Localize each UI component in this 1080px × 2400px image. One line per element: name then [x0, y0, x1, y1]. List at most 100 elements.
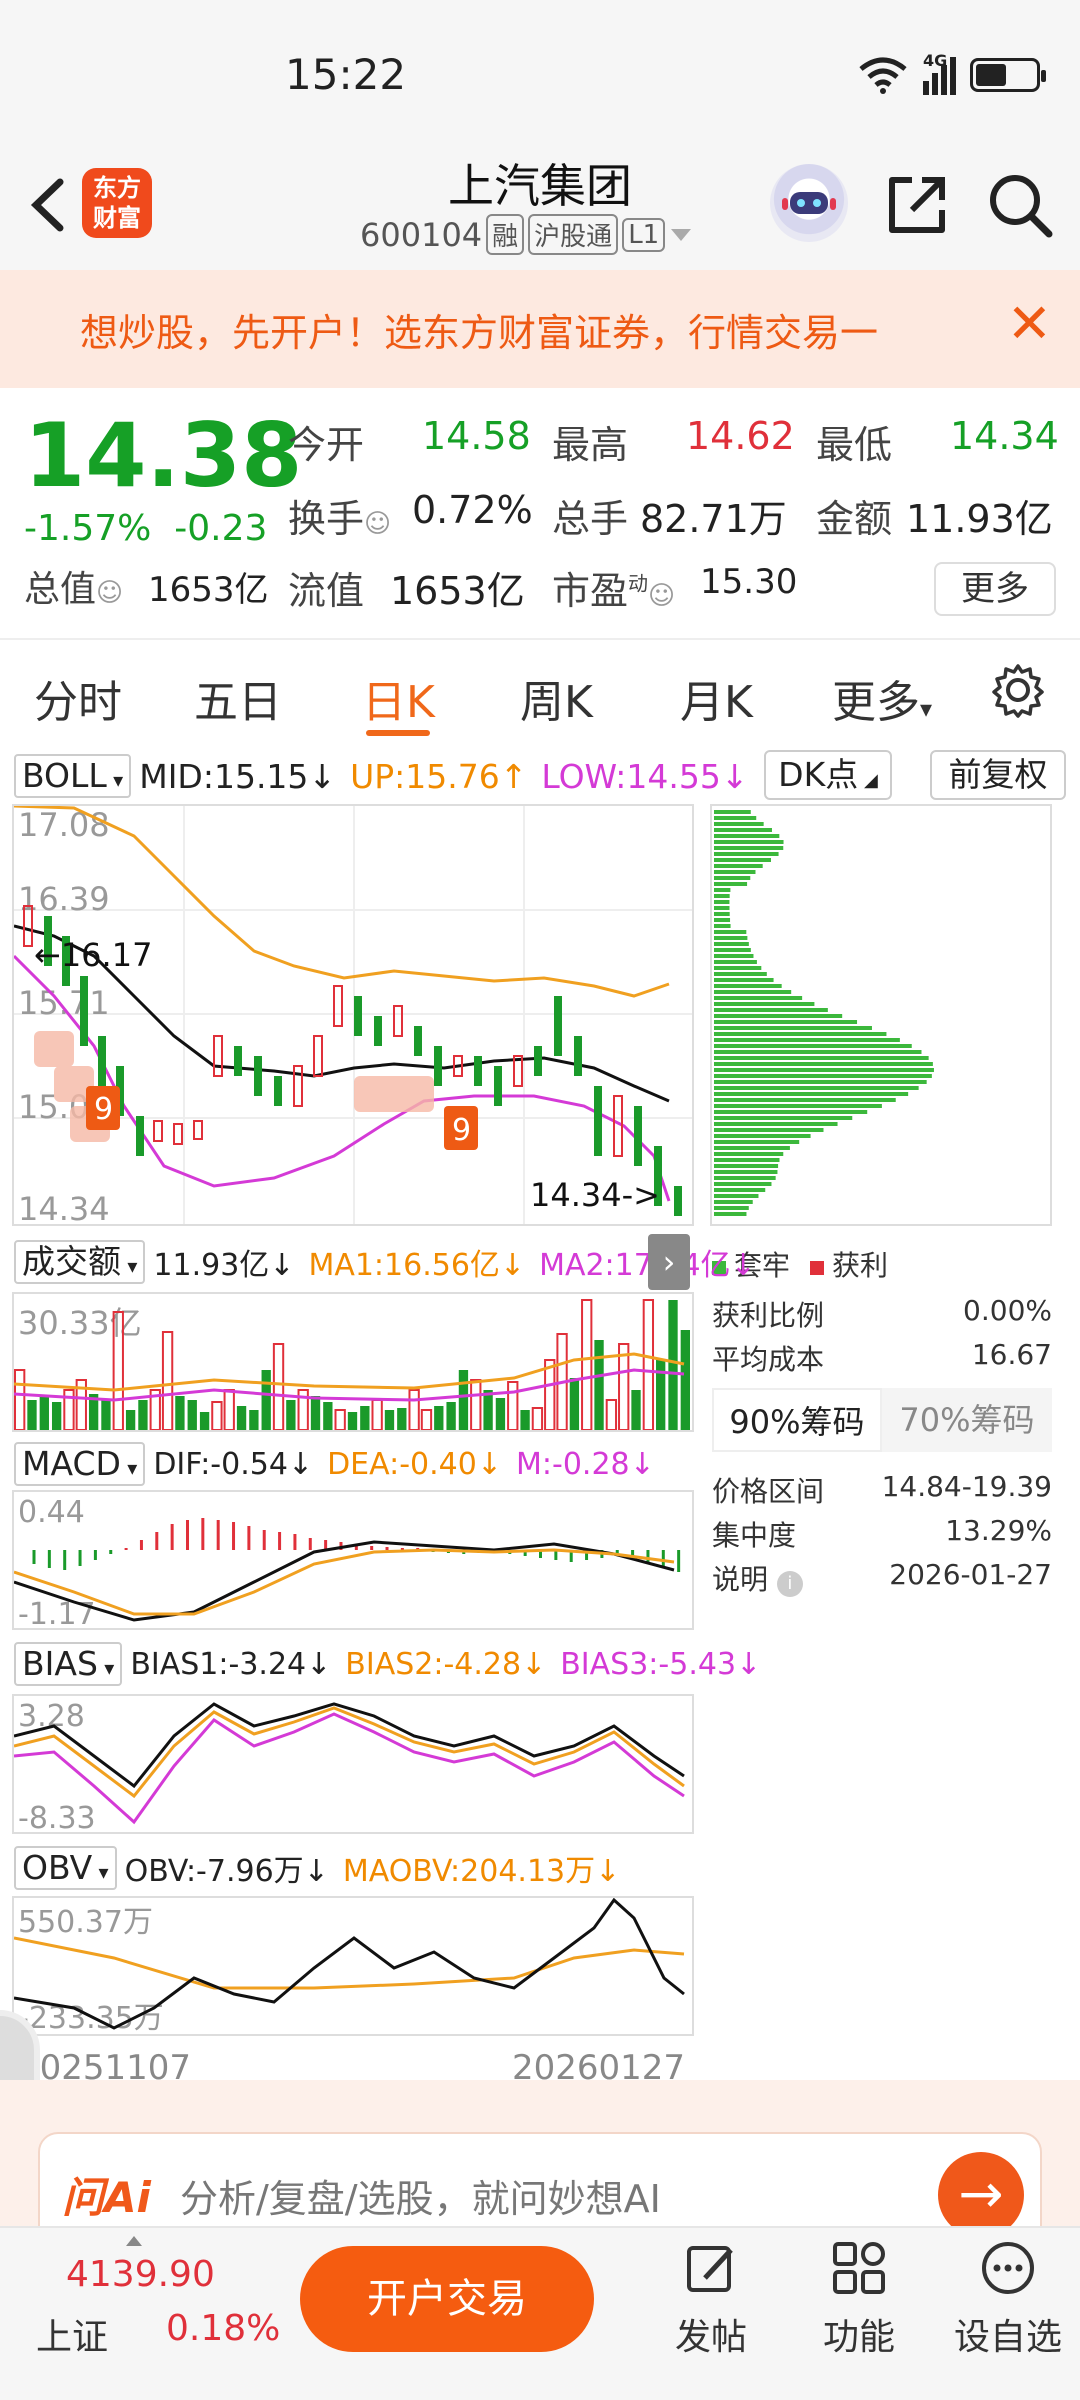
adjust-button[interactable]: 前复权 [930, 750, 1066, 800]
ai-robot-avatar[interactable] [770, 164, 848, 242]
index-change[interactable]: 0.18% [166, 2308, 280, 2349]
volume-bar [420, 1409, 433, 1431]
macd-m: M:-0.28↓ [516, 1446, 655, 1482]
volume-bar [236, 1406, 247, 1430]
volume-bar [397, 1408, 407, 1430]
macd-selector[interactable]: MACD ▾ [14, 1442, 146, 1486]
chip-bar [714, 1014, 843, 1018]
tab-chip-70[interactable]: 70%筹码 [882, 1388, 1052, 1452]
chip-bar [714, 1194, 759, 1198]
bottom-bar: 4139.90 上证 0.18% 开户交易 发帖 功能 设自选 [0, 2226, 1080, 2400]
obv-selector[interactable]: OBV ▾ [14, 1846, 117, 1890]
open-label: 今开 [288, 423, 365, 467]
close-icon[interactable]: ✕ [1007, 294, 1052, 354]
tab-weekly-k[interactable]: 周K [520, 666, 593, 730]
chip-bar [714, 1146, 790, 1150]
price-change: -1.57% -0.23 [24, 508, 267, 549]
chip-bar [714, 1056, 929, 1060]
bias-selector[interactable]: BIAS ▾ [14, 1642, 123, 1686]
chip-bar [714, 1080, 927, 1084]
volume-bar [544, 1359, 556, 1431]
tab-intraday[interactable]: 分时 [34, 666, 122, 730]
nav-functions-label: 功能 [822, 2317, 895, 2358]
status-bar: 15:22 4G [0, 0, 1080, 150]
gear-icon[interactable] [990, 662, 1046, 718]
share-icon[interactable] [882, 170, 952, 240]
kline-chart[interactable]: 17.08 16.39 15.71 15.02 14.34 9 9 ←16.17… [12, 804, 694, 1228]
open-account-trade-button[interactable]: 开户交易 [300, 2246, 594, 2352]
stock-code-row[interactable]: 600104 融 沪股通 L1 [360, 214, 693, 255]
bias-y-top: 3.28 [18, 1699, 85, 1734]
chip-bar [714, 1152, 784, 1156]
volume-bar [668, 1300, 678, 1430]
boll-up: UP:15.76↑ [350, 756, 528, 796]
chip-bar [714, 1164, 779, 1168]
volume-chart[interactable]: 30.33亿 [12, 1292, 694, 1432]
expand-arrow-button[interactable]: › [648, 1234, 690, 1290]
volume-bar [101, 1400, 111, 1430]
chip-bar [714, 1116, 853, 1120]
volume-bar [495, 1398, 506, 1430]
index-value[interactable]: 4139.90 [66, 2254, 215, 2295]
chip-bar [714, 936, 748, 940]
note-label[interactable]: 说明 i [712, 1558, 803, 1598]
volume-bar [261, 1370, 271, 1430]
low-label: 最低 [816, 423, 893, 467]
more-dots-icon [982, 2242, 1034, 2294]
volume-bar [680, 1330, 690, 1430]
kline-svg: 17.08 16.39 15.71 15.02 14.34 9 9 ←16.17… [12, 804, 692, 1228]
svg-text:9: 9 [452, 1113, 471, 1148]
obv-maobv: MAOBV:204.13万↓ [342, 1854, 621, 1889]
info-icon: i [776, 1571, 803, 1597]
clock: 15:22 [285, 50, 407, 99]
volume-selector[interactable]: 成交额 ▾ [14, 1240, 146, 1284]
volume-bar [458, 1370, 469, 1430]
nav-post[interactable]: 发帖 [656, 2238, 766, 2360]
ai-input-placeholder[interactable]: 分析/复盘/选股，就问妙想AI [180, 2168, 661, 2223]
volume-bar [384, 1410, 395, 1430]
active-tab-underline [366, 730, 430, 736]
chip-bar [714, 846, 784, 850]
tab-monthly-k[interactable]: 月K [680, 666, 753, 730]
tab-more[interactable]: 更多▾ [832, 666, 932, 730]
chip-bar [714, 990, 792, 994]
macd-chart[interactable]: 0.44 -1.17 [12, 1490, 694, 1632]
search-icon[interactable] [985, 170, 1055, 240]
macd-y-bottom: -1.17 [18, 1597, 96, 1628]
bias-chart[interactable]: 3.28 -8.33 [12, 1694, 694, 1836]
nav-add-watchlist-label: 设自选 [953, 2317, 1062, 2358]
tab-chip-90[interactable]: 90%筹码 [712, 1388, 882, 1452]
mcap-value: 1653亿 [148, 570, 269, 610]
obv-chart[interactable]: 550.37万 -233.35万 [12, 1896, 694, 2036]
volume-bar [446, 1402, 456, 1430]
chip-bar [714, 888, 731, 892]
dk-point-button[interactable]: DK点 ◢ [764, 750, 892, 800]
chip-distribution-chart[interactable] [710, 804, 1052, 1226]
bias-3: BIAS3:-5.43↓ [560, 1646, 762, 1682]
open-value: 14.58 [422, 414, 531, 458]
tab-five-day[interactable]: 五日 [194, 666, 282, 730]
nav-functions[interactable]: 功能 [804, 2238, 914, 2360]
chip-bar [714, 852, 779, 856]
bias-2: BIAS2:-4.28↓ [345, 1646, 547, 1682]
boll-selector[interactable]: BOLL ▾ [14, 754, 132, 798]
volume-bar [334, 1409, 346, 1431]
chip-bar [714, 1074, 932, 1078]
chip-bar [714, 1002, 815, 1006]
tab-daily-k[interactable]: 日K [362, 666, 435, 730]
more-button[interactable]: 更多 [934, 562, 1056, 616]
y-label-2: 15.71 [18, 984, 110, 1022]
promo-banner[interactable]: 想炒股，先开户！选东方财富证券，行情交易一 ✕ [0, 270, 1080, 388]
index-name[interactable]: 上证 [36, 2308, 108, 2360]
mcap-label: 总值☺ [24, 569, 124, 610]
chip-bar [714, 1020, 858, 1024]
nav-add-watchlist[interactable]: 设自选 [948, 2238, 1068, 2360]
quote-panel: 14.38 -1.57% -0.23 今开 14.58 最高 14.62 最低 … [0, 390, 1080, 640]
caret-up-icon [126, 2236, 142, 2246]
volume-bar [569, 1378, 580, 1430]
note-row: 说明 i 2026-01-27 [712, 1558, 1052, 1598]
nav-post-label: 发帖 [674, 2317, 747, 2358]
pe-value: 15.30 [700, 562, 798, 602]
volume-bar [631, 1390, 641, 1430]
banner-text[interactable]: 想炒股，先开户！选东方财富证券，行情交易一 [80, 302, 878, 357]
